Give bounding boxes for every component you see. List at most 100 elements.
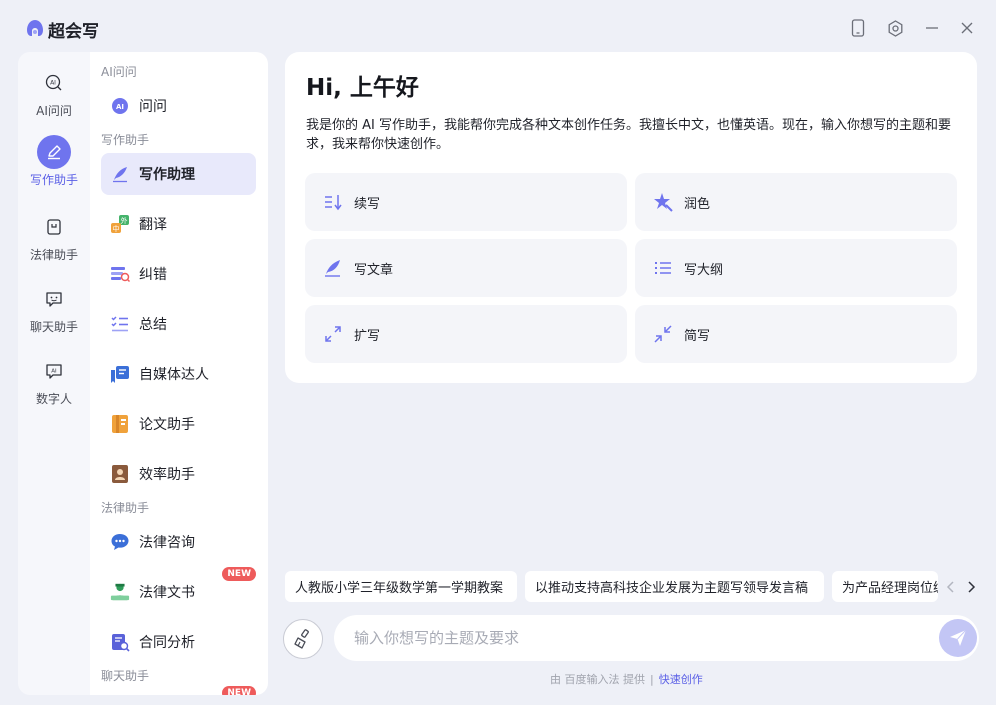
sidebar-item-label: 总结 xyxy=(139,317,167,333)
law-icon xyxy=(47,219,61,235)
sidebar-item-label: 纠错 xyxy=(139,267,167,283)
translate-icon: 外中 xyxy=(110,214,130,234)
expand-icon xyxy=(323,324,343,344)
suggestion-prev-button[interactable] xyxy=(944,578,958,596)
mobile-icon xyxy=(851,19,865,37)
sidebar-item-legal-consult[interactable]: 法律咨询 xyxy=(101,521,256,563)
sidebar-item-summary[interactable]: 总结 xyxy=(101,303,256,345)
sidebar-item-label: 法律咨询 xyxy=(139,535,195,551)
outline-icon xyxy=(653,258,673,278)
quill-icon xyxy=(110,164,130,184)
intro-text: 我是你的 AI 写作助手，我能帮你完成各种文本创作任务。我擅长中文，也懂英语。现… xyxy=(306,118,951,152)
clear-button[interactable] xyxy=(283,619,323,659)
rail-label: 法律助手 xyxy=(29,248,78,262)
function-sidebar: AI问问 AI 问问 写作助手 写作助理 外中 翻译 纠错 总结 自媒体达人 论… xyxy=(90,52,268,695)
action-label: 写大纲 xyxy=(684,262,724,278)
prompt-input[interactable] xyxy=(354,615,924,661)
svg-text:AI: AI xyxy=(51,369,57,375)
sidebar-item-legal-doc[interactable]: 法律文书 NEW xyxy=(101,567,256,613)
sidebar-item-ask[interactable]: AI 问问 xyxy=(101,85,256,127)
media-icon xyxy=(110,364,130,384)
sidebar-item-media[interactable]: 自媒体达人 xyxy=(101,353,256,395)
contract-icon xyxy=(110,632,130,652)
sidebar-item-writing-assistant[interactable]: 写作助理 xyxy=(101,153,256,195)
rail-label: 写作助手 xyxy=(29,173,78,187)
broom-icon xyxy=(294,629,309,649)
new-badge: NEW xyxy=(222,567,256,581)
rail-item-digital-human[interactable]: AI 数字人 xyxy=(18,354,90,407)
action-continue-write[interactable]: 续写 xyxy=(305,173,627,231)
section-label-chat: 聊天助手 xyxy=(101,669,150,683)
ai-chat-icon: AI xyxy=(45,74,62,91)
chat-bubble-icon xyxy=(46,292,62,307)
ai-badge-icon: AI xyxy=(110,96,130,116)
close-icon xyxy=(961,22,973,34)
action-label: 润色 xyxy=(684,196,711,212)
svg-text:中: 中 xyxy=(113,224,120,233)
sidebar-item-label: 问问 xyxy=(139,99,167,115)
svg-text:AI: AI xyxy=(50,80,56,87)
action-expand[interactable]: 扩写 xyxy=(305,305,627,363)
app-logo-icon xyxy=(27,20,43,36)
action-polish[interactable]: 润色 xyxy=(635,173,957,231)
checklist-icon xyxy=(110,314,130,334)
digital-human-icon: AI xyxy=(46,364,62,379)
sidebar-item-label: 写作助理 xyxy=(139,167,195,183)
send-button[interactable] xyxy=(939,619,977,657)
close-button[interactable] xyxy=(957,18,977,38)
continue-write-icon xyxy=(323,192,343,212)
sidebar-item-label: 效率助手 xyxy=(139,467,195,483)
action-write-outline[interactable]: 写大纲 xyxy=(635,239,957,297)
rail-item-ai-ask[interactable]: AI AI问问 xyxy=(18,66,90,119)
sidebar-item-efficiency[interactable]: 效率助手 xyxy=(101,453,256,495)
section-label-writing: 写作助手 xyxy=(101,133,150,147)
polish-icon xyxy=(653,192,673,212)
rail-label: AI问问 xyxy=(36,104,72,118)
footer: 由 百度输入法 提供 | 快速创作 xyxy=(550,671,703,687)
mobile-button[interactable] xyxy=(848,18,868,38)
rail-item-chat[interactable]: 聊天助手 xyxy=(18,282,90,335)
chevron-right-icon xyxy=(968,581,976,593)
action-label: 扩写 xyxy=(354,328,381,344)
settings-button[interactable] xyxy=(885,18,905,38)
sidebar-item-contract[interactable]: 合同分析 xyxy=(101,621,256,663)
footer-separator: | xyxy=(650,673,654,686)
consult-icon xyxy=(110,532,130,552)
sidebar-item-label: 翻译 xyxy=(139,217,167,233)
suggestion-chip[interactable]: 人教版小学三年级数学第一学期教案 xyxy=(285,571,517,602)
svg-text:AI: AI xyxy=(116,103,124,111)
welcome-card: Hi, 上午好 我是你的 AI 写作助手，我能帮你完成各种文本创作任务。我擅长中… xyxy=(285,52,977,383)
action-shorten[interactable]: 简写 xyxy=(635,305,957,363)
sidebar-item-paper[interactable]: 论文助手 xyxy=(101,403,256,445)
minimize-icon xyxy=(926,27,938,29)
quick-create-link[interactable]: 快速创作 xyxy=(659,673,703,686)
rail-label: 数字人 xyxy=(35,392,72,406)
proofread-icon xyxy=(110,264,130,284)
minimize-button[interactable] xyxy=(922,18,942,38)
left-rail: AI AI问问 写作助手 法律助手 聊天助手 AI 数字人 xyxy=(18,52,90,695)
suggestion-chip[interactable]: 以推动支持高科技企业发展为主题写领导发言稿 xyxy=(525,571,824,602)
sidebar-item-proofread[interactable]: 纠错 xyxy=(101,253,256,295)
action-label: 写文章 xyxy=(354,262,394,278)
rail-item-law[interactable]: 法律助手 xyxy=(18,210,90,263)
suggestion-chip[interactable]: 为产品经理岗位编 xyxy=(832,571,938,602)
legal-doc-icon xyxy=(110,582,130,602)
chevron-left-icon xyxy=(946,581,954,593)
paper-icon xyxy=(110,414,130,434)
suggestion-next-button[interactable] xyxy=(964,578,978,596)
action-write-article[interactable]: 写文章 xyxy=(305,239,627,297)
rail-label: 聊天助手 xyxy=(29,320,78,334)
rail-item-writing[interactable]: 写作助手 xyxy=(18,135,90,188)
sidebar-item-label: 法律文书 xyxy=(139,585,195,601)
sidebar-item-label: 论文助手 xyxy=(139,417,195,433)
new-badge: NEW xyxy=(222,686,256,695)
sidebar-item-translate[interactable]: 外中 翻译 xyxy=(101,203,256,245)
section-label-ai: AI问问 xyxy=(101,65,137,79)
action-label: 简写 xyxy=(684,328,711,344)
efficiency-icon xyxy=(110,464,130,484)
app-title: 超会写 xyxy=(48,22,99,42)
title-bar: 超会写 xyxy=(0,0,996,52)
sidebar-item-label: 合同分析 xyxy=(139,635,195,651)
greeting-title: Hi, 上午好 xyxy=(306,75,419,101)
article-icon xyxy=(323,258,343,278)
